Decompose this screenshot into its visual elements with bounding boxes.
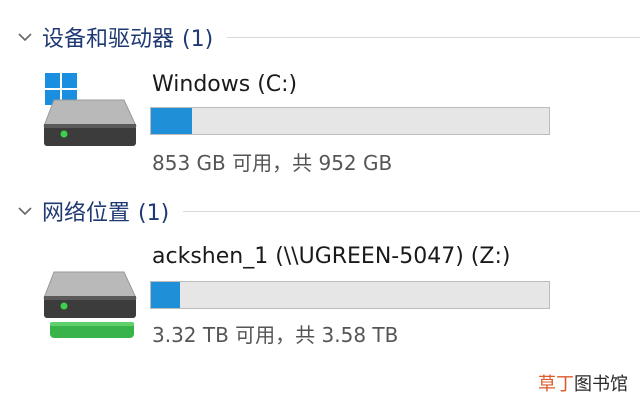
group-title-text: 网络位置: [42, 201, 131, 226]
group-divider: [183, 210, 640, 212]
capacity-bar-fill: [151, 282, 181, 308]
chevron-down-icon[interactable]: [14, 26, 36, 48]
chevron-down-icon[interactable]: [14, 200, 36, 222]
group-divider: [227, 36, 640, 38]
watermark: 草丁图书馆: [538, 370, 628, 396]
group-count: (1): [138, 201, 170, 226]
drive-item-z[interactable]: ackshen_1 (\\UGREEN-5047) (Z:) 3.32 TB 可…: [40, 242, 600, 347]
watermark-part1: 草丁: [538, 374, 574, 395]
capacity-bar: [150, 107, 550, 135]
drive-space-text: 3.32 TB 可用，共 3.58 TB: [152, 323, 399, 347]
drive-name: ackshen_1 (\\UGREEN-5047) (Z:): [152, 244, 511, 269]
drive-name: Windows (C:): [152, 72, 298, 97]
group-title-text: 设备和驱动器: [42, 27, 175, 52]
group-header-devices[interactable]: 设备和驱动器 (1): [14, 20, 640, 54]
capacity-bar-fill: [151, 108, 193, 134]
group-title: 网络位置 (1): [42, 195, 169, 227]
drive-item-c[interactable]: Windows (C:) 853 GB 可用，共 952 GB: [40, 68, 600, 175]
group-count: (1): [182, 27, 214, 52]
capacity-bar: [150, 281, 550, 309]
file-explorer-this-pc: 设备和驱动器 (1) Windows (C:) 853 GB 可用，共 952 G…: [0, 0, 640, 406]
group-header-network[interactable]: 网络位置 (1): [14, 194, 640, 228]
group-title: 设备和驱动器 (1): [42, 21, 213, 53]
watermark-part2: 图书馆: [574, 374, 628, 395]
drive-space-text: 853 GB 可用，共 952 GB: [152, 151, 393, 175]
network-drive-icon: [40, 242, 140, 342]
windows-system-drive-icon: [40, 68, 140, 168]
